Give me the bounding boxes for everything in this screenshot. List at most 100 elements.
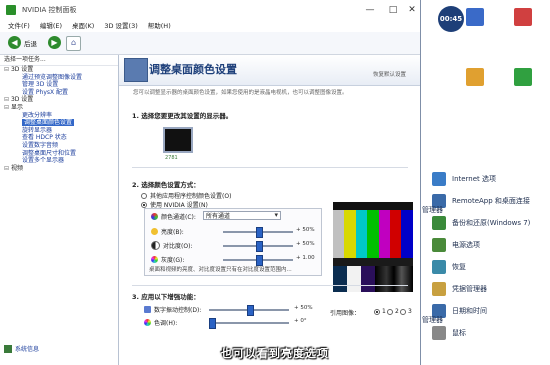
radio-icon: [141, 192, 147, 199]
control-panel-item[interactable]: 凭据管理器: [430, 278, 550, 300]
tree-item[interactable]: 调整桌面颜色设置: [0, 119, 118, 127]
tree-item[interactable]: 调整桌面尺寸和位置: [0, 150, 118, 158]
close-button[interactable]: ✕: [402, 4, 422, 16]
collapse-icon: ⊟: [4, 66, 11, 73]
digital-vibrance-row: 数字振动控制(D):: [144, 305, 201, 314]
back-arrow-icon[interactable]: ◀: [8, 36, 21, 49]
desktop-shortcut[interactable]: 书签之家: [503, 8, 543, 37]
control-panel-item-label: 备份和还原(Windows 7): [452, 219, 531, 227]
control-panel-item[interactable]: 备份和还原(Windows 7): [430, 212, 550, 234]
tree-item[interactable]: 设置数字音频: [0, 142, 118, 150]
color-bar-gray: [333, 210, 345, 258]
menu-edit[interactable]: 编辑(E): [40, 20, 62, 32]
tree-header: 选择一项任务...: [0, 55, 118, 66]
task-tree: ⊟ 3D 设置 通过预览调整图像设置 管理 3D 设置 设置 PhysX 配置 ⊟ 3D…: [0, 66, 118, 172]
color-bar-blue: [401, 210, 413, 258]
control-panel-item-icon: [432, 260, 446, 274]
control-panel-item-label: 凭据管理器: [452, 285, 487, 293]
desktop-shortcut-label: 爱奇艺: [513, 90, 532, 97]
control-panel-item[interactable]: 电源选项: [430, 234, 550, 256]
tree-item[interactable]: ⊟ 显示: [0, 104, 118, 112]
monitor-icon[interactable]: [163, 127, 193, 153]
desktop-shortcut[interactable]: 视频之家: [455, 68, 495, 97]
radio-selected-icon: [374, 308, 380, 315]
section-select-display: 1. 选择您要更改其设置的显示器。: [132, 112, 233, 120]
tree-item-label: 管理 3D 设置: [22, 81, 59, 89]
forward-arrow-icon[interactable]: ▶: [48, 36, 61, 49]
tree-item-label: 3D 设置: [10, 66, 34, 73]
contrast-slider[interactable]: [223, 241, 293, 252]
hue-row: 色调(H):: [144, 318, 177, 327]
gamma-row: 灰度(G):: [151, 255, 184, 264]
collapse-icon: ⊟: [4, 103, 11, 111]
reference-image-radio-1[interactable]: 1: [374, 308, 386, 315]
desktop-shortcut-label: 魔方: [468, 30, 481, 37]
restore-defaults-link[interactable]: 恢复默认设置: [373, 70, 406, 78]
brightness-slider-thumb[interactable]: [255, 227, 263, 238]
tree-item[interactable]: 管理 3D 设置: [0, 81, 118, 89]
tree-item[interactable]: 通过预览调整图像设置: [0, 74, 118, 82]
section-color-method: 2. 选择颜色设置方式：: [132, 181, 200, 189]
back-button-label[interactable]: 后退: [24, 38, 37, 48]
title-bar: NVIDIA 控制面板 — □ ✕: [0, 0, 420, 20]
menu-3d-settings[interactable]: 3D 设置(3): [104, 20, 137, 32]
digital-vibrance-slider[interactable]: [209, 305, 289, 316]
hue-icon: [144, 319, 151, 326]
brightness-slider[interactable]: [223, 227, 293, 238]
contrast-label: 对比度(O):: [163, 243, 193, 250]
gamma-slider[interactable]: [223, 255, 293, 266]
reference-image-radio-3[interactable]: 3: [400, 308, 412, 315]
tree-item-label: 旋转显示器: [22, 126, 53, 134]
tree-item[interactable]: 查看 HDCP 状态: [0, 134, 118, 142]
color-bar-cyan: [355, 210, 368, 258]
hue-slider-thumb[interactable]: [209, 318, 216, 329]
color-bar-bottom: [361, 266, 375, 292]
tree-item[interactable]: ⊟ 视频: [0, 165, 118, 173]
digital-vibrance-slider-thumb[interactable]: [246, 305, 254, 316]
divider: [132, 167, 408, 168]
tree-item[interactable]: 设置多个显示器: [0, 157, 118, 165]
radio-other-label: 其他应用程序控制颜色设置(O): [150, 193, 232, 200]
desktop-shortcut-icon: [466, 68, 484, 86]
desktop-shortcut[interactable]: 爱奇艺: [503, 68, 543, 97]
minimize-button[interactable]: —: [360, 4, 380, 16]
brightness-value: + 50%: [296, 227, 315, 233]
digital-vibrance-icon: [144, 306, 151, 313]
control-panel-item[interactable]: 恢复: [430, 256, 550, 278]
control-panel-item[interactable]: 鼠标: [430, 322, 550, 344]
control-panel-item-icon: [432, 172, 446, 186]
brightness-label: 亮度(B):: [161, 229, 184, 236]
color-bar-green: [367, 210, 379, 258]
radio-icon: [387, 308, 393, 315]
control-panel-item[interactable]: 日期和时间: [430, 300, 550, 322]
reference-image-radio-2[interactable]: 2: [387, 308, 399, 315]
menu-desktop[interactable]: 桌面(K): [72, 20, 94, 32]
hue-label: 色调(H):: [154, 320, 178, 327]
tree-item[interactable]: ⊟ 3D 设置: [0, 96, 118, 104]
color-bar-bottom: [333, 266, 347, 292]
desktop-shortcut-icon: [514, 8, 532, 26]
maximize-button[interactable]: □: [383, 4, 403, 16]
control-panel-item[interactable]: RemoteApp 和桌面连接: [430, 190, 550, 212]
gamma-icon: [151, 256, 158, 263]
hue-slider[interactable]: [209, 318, 289, 329]
home-icon[interactable]: ⌂: [66, 36, 81, 51]
gamma-label: 灰度(G):: [161, 257, 185, 264]
contrast-slider-thumb[interactable]: [255, 241, 263, 252]
tree-item[interactable]: ⊟ 3D 设置: [0, 66, 118, 74]
color-channel-dropdown[interactable]: 所有通道: [203, 211, 281, 220]
menu-help[interactable]: 帮助(H): [148, 20, 171, 32]
monitor-label: 2781: [165, 155, 178, 161]
gamma-value: + 1.00: [296, 255, 315, 261]
digital-vibrance-label: 数字振动控制(D):: [154, 307, 202, 314]
tree-item-label: 更改分辨率: [22, 111, 53, 119]
radio-other-app[interactable]: 其他应用程序控制颜色设置(O): [141, 191, 231, 200]
control-panel-item-label: 日期和时间: [452, 307, 487, 315]
tree-item-label: 查看 HDCP 状态: [22, 134, 67, 142]
control-panel-item-icon: [432, 326, 446, 340]
desktop-shortcut[interactable]: 魔方: [455, 8, 495, 37]
collapse-icon: ⊟: [4, 96, 11, 104]
control-panel-item[interactable]: Internet 选项: [430, 168, 550, 190]
menu-file[interactable]: 文件(F): [8, 20, 30, 32]
page-banner: 调整桌面颜色设置 恢复默认设置: [119, 55, 420, 86]
